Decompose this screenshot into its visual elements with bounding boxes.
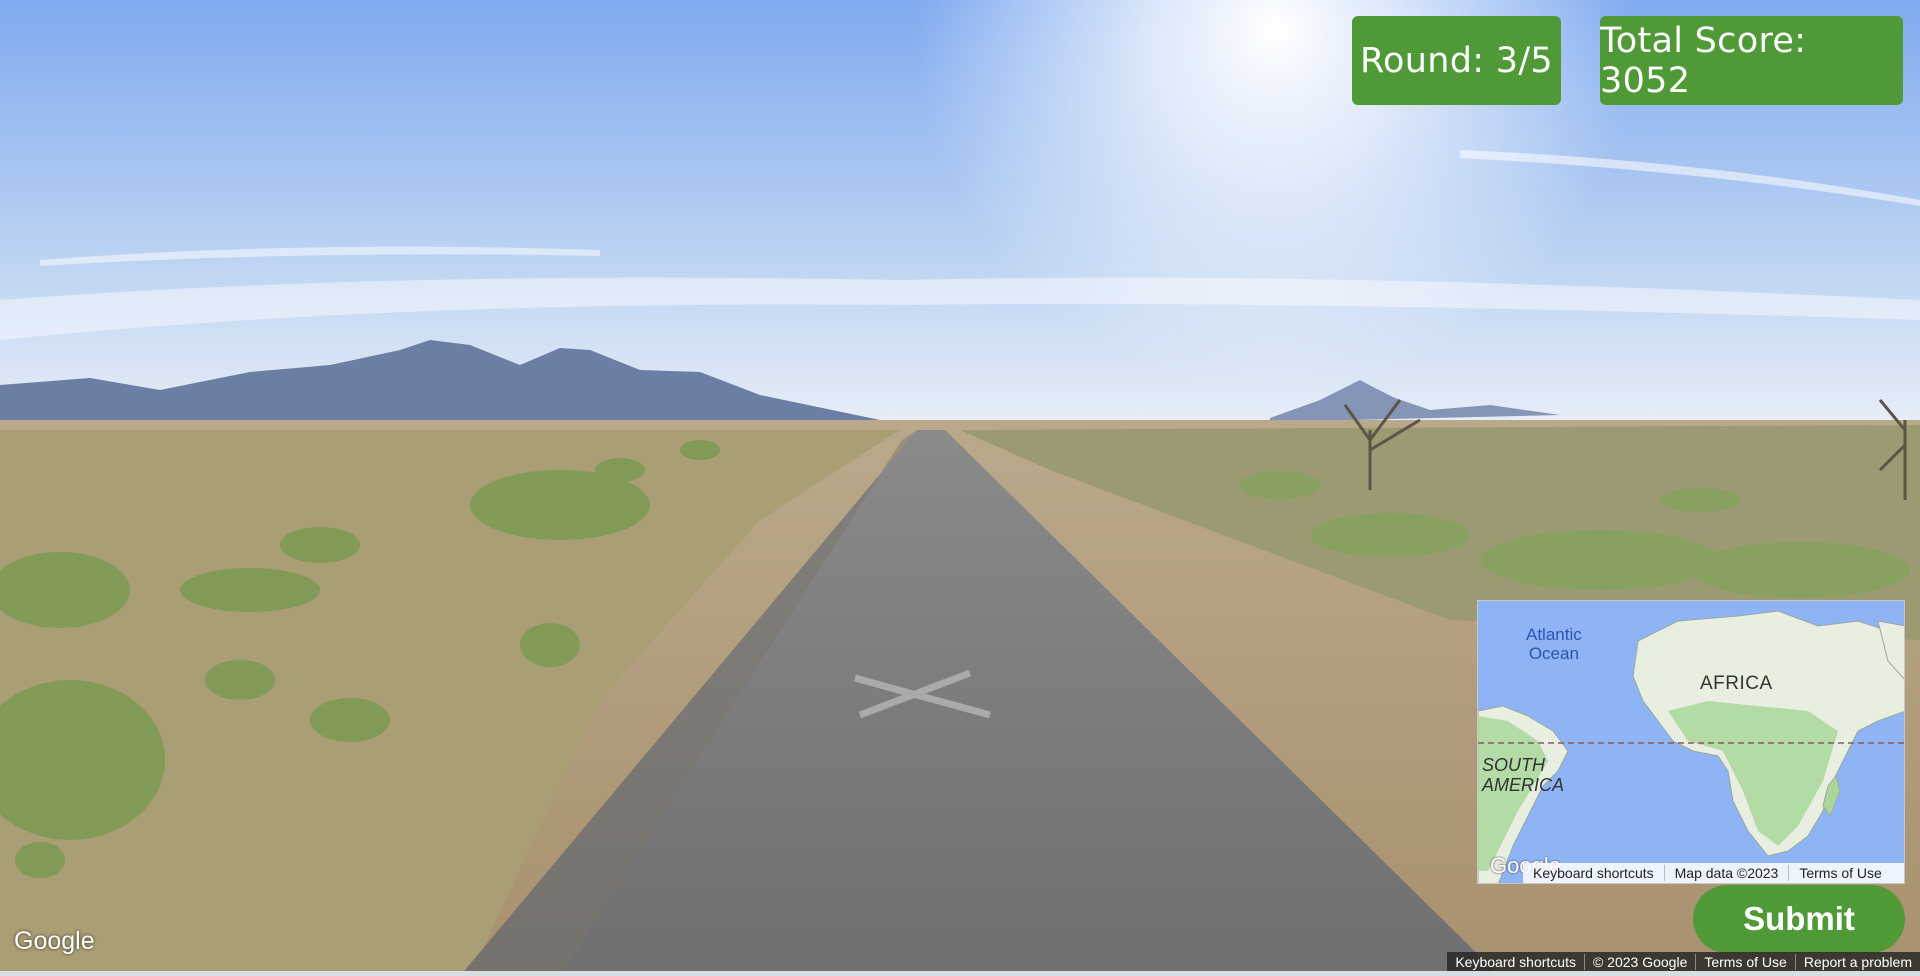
streetview-footer: Keyboard shortcuts © 2023 Google Terms o… [1447, 952, 1920, 972]
label-south-america: SOUTH AMERICA [1482, 755, 1565, 795]
bottom-edge [0, 971, 1920, 976]
label-africa: AFRICA [1700, 673, 1773, 694]
map-keyboard-shortcuts-link[interactable]: Keyboard shortcuts [1523, 865, 1665, 881]
map-footer: Keyboard shortcuts Map data ©2023 Terms … [1523, 863, 1904, 883]
sv-report-problem-link[interactable]: Report a problem [1796, 954, 1920, 970]
guess-minimap[interactable]: Atlantic Ocean AFRICA SOUTH AMERICA Goog… [1477, 600, 1905, 884]
round-indicator: Round: 3/5 [1352, 16, 1561, 105]
map-data-attribution: Map data ©2023 [1665, 865, 1790, 881]
sv-terms-link[interactable]: Terms of Use [1696, 954, 1796, 970]
submit-guess-button[interactable]: Submit [1693, 885, 1905, 953]
total-score: Total Score: 3052 [1600, 16, 1903, 105]
label-atlantic-ocean: Atlantic Ocean [1526, 625, 1582, 663]
sv-copyright: © 2023 Google [1585, 954, 1697, 970]
sv-keyboard-shortcuts-link[interactable]: Keyboard shortcuts [1447, 954, 1585, 970]
map-terms-link[interactable]: Terms of Use [1789, 865, 1891, 881]
google-streetview-logo: Google [14, 927, 95, 955]
